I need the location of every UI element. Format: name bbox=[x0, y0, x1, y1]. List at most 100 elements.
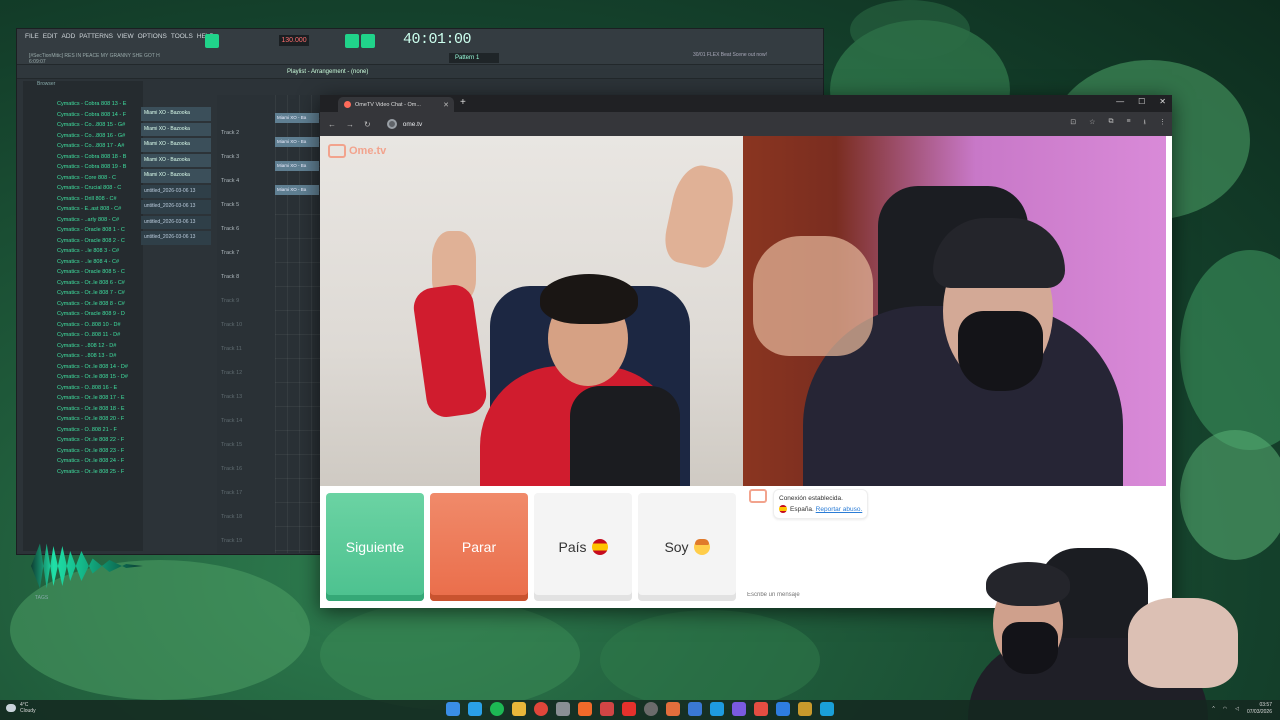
fl-menu-options[interactable]: OPTIONS bbox=[138, 33, 167, 40]
fl-menu-add[interactable]: ADD bbox=[62, 33, 76, 40]
browser-file-item[interactable]: Cymatics - Or..le 808 17 - E bbox=[57, 395, 143, 406]
channel-button[interactable]: untitled_2026-03-06 13 bbox=[141, 184, 211, 198]
fl-menu-edit[interactable]: EDIT bbox=[43, 33, 58, 40]
extensions-icon[interactable]: ⧉ bbox=[1108, 118, 1113, 129]
weather-widget[interactable]: 4°C Cloudy bbox=[6, 702, 36, 714]
browser-file-item[interactable]: Cymatics - Or..le 808 20 - F bbox=[57, 416, 143, 427]
browser-file-item[interactable]: Cymatics - Cobra 808 14 - F bbox=[57, 112, 143, 123]
channel-button[interactable]: Miami XO - Bazooka bbox=[141, 169, 211, 183]
new-tab-icon[interactable]: + bbox=[460, 97, 466, 108]
track-label[interactable]: Track 19 bbox=[221, 529, 271, 553]
track-label[interactable]: Track 9 bbox=[221, 289, 271, 313]
clock[interactable]: 03:57 07/03/2026 bbox=[1247, 702, 1272, 716]
app-icon[interactable] bbox=[776, 702, 790, 716]
browser-file-item[interactable]: Cymatics - ..le 808 3 - C# bbox=[57, 248, 143, 259]
browser-file-item[interactable]: Cymatics - Core 808 - C bbox=[57, 175, 143, 186]
download-icon[interactable]: ⭳ bbox=[1144, 118, 1146, 129]
browser-file-item[interactable]: Cymatics - Or..le 808 18 - E bbox=[57, 406, 143, 417]
channel-button[interactable]: untitled_2026-03-06 13 bbox=[141, 200, 211, 214]
browser-file-item[interactable]: Cymatics - Cobra 808 18 - B bbox=[57, 154, 143, 165]
browser-file-item[interactable]: Cymatics - Oracle 808 2 - C bbox=[57, 238, 143, 249]
browser-file-item[interactable]: Cymatics - Cobra 808 19 - B bbox=[57, 164, 143, 175]
channel-button[interactable]: Miami XO - Bazooka bbox=[141, 107, 211, 121]
tab-search-icon[interactable]: ≡ bbox=[1126, 118, 1130, 129]
url-field[interactable]: ome.tv bbox=[381, 116, 429, 132]
wifi-icon[interactable]: ◠ bbox=[1223, 706, 1227, 712]
browser-file-item[interactable]: Cymatics - Drill 808 - C# bbox=[57, 196, 143, 207]
gender-button[interactable]: Soy bbox=[638, 493, 736, 601]
playlist-clip[interactable]: Miami XO - Ba bbox=[275, 161, 319, 171]
browser-file-item[interactable]: Cymatics - O..808 11 - D# bbox=[57, 332, 143, 343]
minimize-icon[interactable]: — bbox=[1116, 97, 1124, 106]
track-label[interactable]: Track 12 bbox=[221, 361, 271, 385]
track-label[interactable]: Track 2 bbox=[221, 121, 271, 145]
browser-file-item[interactable]: Cymatics - Or..le 808 15 - D# bbox=[57, 374, 143, 385]
spotify-icon[interactable] bbox=[490, 702, 504, 716]
track-label[interactable]: Track 6 bbox=[221, 217, 271, 241]
browser-file-item[interactable]: Cymatics - Or..le 808 22 - F bbox=[57, 437, 143, 448]
fl-menu-tools[interactable]: TOOLS bbox=[171, 33, 193, 40]
browser-file-item[interactable]: Cymatics - Cobra 808 13 - E bbox=[57, 101, 143, 112]
country-button[interactable]: País bbox=[534, 493, 632, 601]
channel-button[interactable]: Miami XO - Bazooka bbox=[141, 153, 211, 167]
obs-icon[interactable] bbox=[556, 702, 570, 716]
browser-file-item[interactable]: Cymatics - ..808 12 - D# bbox=[57, 343, 143, 354]
track-label[interactable]: Track 18 bbox=[221, 505, 271, 529]
browser-file-item[interactable]: Cymatics - Crucial 808 - C bbox=[57, 185, 143, 196]
fl-pattern-mode-button[interactable] bbox=[205, 34, 219, 48]
browser-file-item[interactable]: Cymatics - Or..le 808 8 - C# bbox=[57, 301, 143, 312]
windows-start-icon[interactable] bbox=[446, 702, 460, 716]
app-icon[interactable] bbox=[820, 702, 834, 716]
steam-icon[interactable] bbox=[644, 702, 658, 716]
browser-file-item[interactable]: Cymatics - O..808 16 - E bbox=[57, 385, 143, 396]
browser-file-item[interactable]: Cymatics - Or..le 808 24 - F bbox=[57, 458, 143, 469]
app-icon[interactable] bbox=[666, 702, 680, 716]
browser-file-item[interactable]: Cymatics - Or..le 808 6 - C# bbox=[57, 280, 143, 291]
forward-icon[interactable]: → bbox=[346, 120, 354, 129]
star-icon[interactable]: ☆ bbox=[1089, 118, 1095, 129]
app-icon[interactable] bbox=[732, 702, 746, 716]
browser-file-item[interactable]: Cymatics - Co...808 17 - A# bbox=[57, 143, 143, 154]
install-icon[interactable]: ⊡ bbox=[1070, 118, 1076, 129]
track-label[interactable]: Track 17 bbox=[221, 481, 271, 505]
fl-menu-view[interactable]: VIEW bbox=[117, 33, 134, 40]
telegram-icon[interactable] bbox=[468, 702, 482, 716]
track-label[interactable]: Track 3 bbox=[221, 145, 271, 169]
track-label[interactable]: Track 16 bbox=[221, 457, 271, 481]
browser-file-item[interactable]: Cymatics - E..ast 808 - C# bbox=[57, 206, 143, 217]
playlist-clip[interactable]: Miami XO - Ba bbox=[275, 113, 319, 123]
browser-file-item[interactable]: Cymatics - Or..le 808 14 - D# bbox=[57, 364, 143, 375]
fl-menu-patterns[interactable]: PATTERNS bbox=[79, 33, 113, 40]
stop-button[interactable]: Parar bbox=[430, 493, 528, 601]
channel-button[interactable]: untitled_2026-03-06 13 bbox=[141, 231, 211, 245]
browser-file-item[interactable]: Cymatics - Oracle 808 1 - C bbox=[57, 227, 143, 238]
browser-file-item[interactable]: Cymatics - ..808 13 - D# bbox=[57, 353, 143, 364]
close-window-icon[interactable]: ✕ bbox=[1159, 97, 1166, 106]
track-label[interactable]: Track 7 bbox=[221, 241, 271, 265]
playlist-clip[interactable]: Miami XO - Ba bbox=[275, 137, 319, 147]
chrome-icon[interactable] bbox=[534, 702, 548, 716]
track-label[interactable]: Track 10 bbox=[221, 313, 271, 337]
browser-file-item[interactable]: Cymatics - Oracle 808 5 - C bbox=[57, 269, 143, 280]
close-icon[interactable]: ✕ bbox=[443, 101, 449, 109]
fl-pattern-selector[interactable]: Pattern 1 bbox=[449, 53, 499, 63]
track-label[interactable]: Track 4 bbox=[221, 169, 271, 193]
fl-play-button[interactable] bbox=[345, 34, 359, 48]
browser-file-item[interactable]: Cymatics - Or..le 808 23 - F bbox=[57, 448, 143, 459]
fl-tempo-display[interactable]: 130.000 bbox=[279, 35, 309, 46]
track-label[interactable]: Track 11 bbox=[221, 337, 271, 361]
file-explorer-icon[interactable] bbox=[512, 702, 526, 716]
browser-file-item[interactable]: Cymatics - ..le 808 4 - C# bbox=[57, 259, 143, 270]
track-label[interactable]: Track 13 bbox=[221, 385, 271, 409]
menu-icon[interactable]: ⋮ bbox=[1159, 118, 1166, 129]
fl-record-button[interactable] bbox=[361, 34, 375, 48]
playlist-clip[interactable]: Miami XO - Ba bbox=[275, 185, 319, 195]
youtube-icon[interactable] bbox=[622, 702, 636, 716]
app-icon[interactable] bbox=[710, 702, 724, 716]
back-icon[interactable]: ← bbox=[328, 120, 336, 129]
browser-file-item[interactable]: Cymatics - Or..le 808 25 - F bbox=[57, 469, 143, 480]
browser-file-item[interactable]: Cymatics - O..808 10 - D# bbox=[57, 322, 143, 333]
maximize-icon[interactable]: ☐ bbox=[1138, 97, 1145, 106]
browser-file-item[interactable]: Cymatics - Co...808 15 - G# bbox=[57, 122, 143, 133]
track-label[interactable]: Track 15 bbox=[221, 433, 271, 457]
